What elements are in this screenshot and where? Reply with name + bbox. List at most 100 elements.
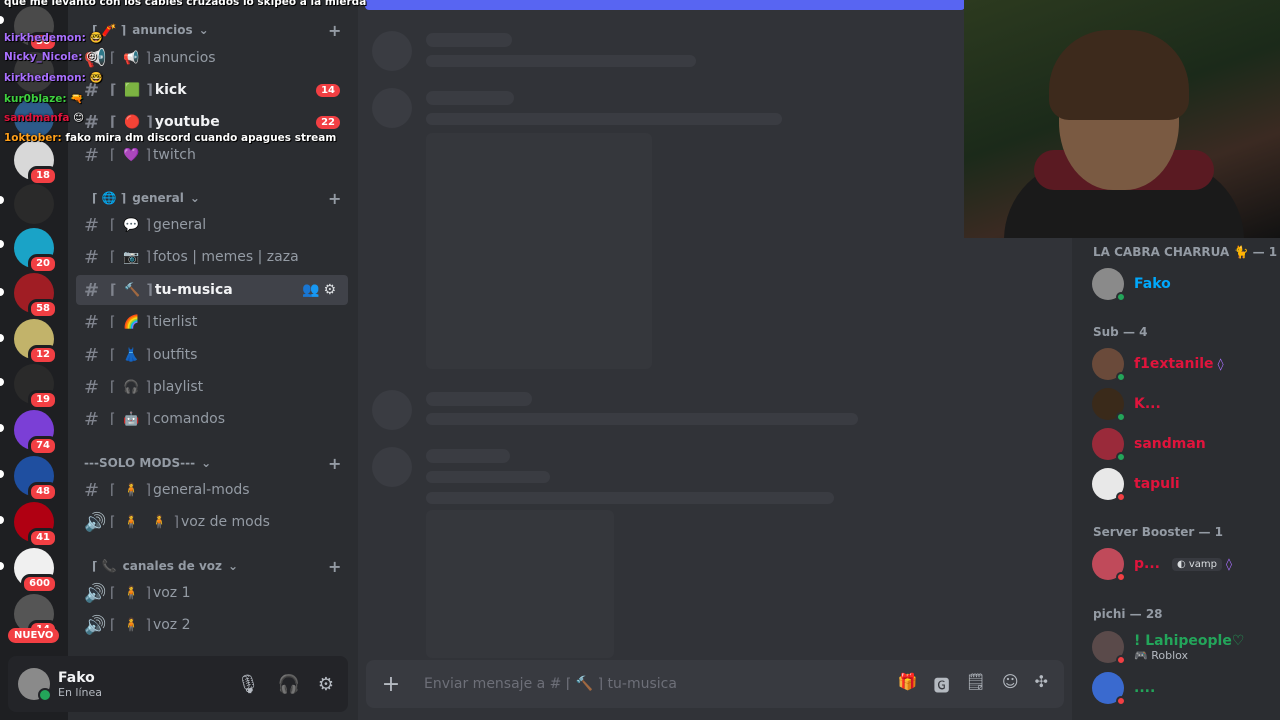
server-icon[interactable]: [14, 52, 54, 92]
channel-fotos[interactable]: # ⌈ 📷 ⌉ fotos | memes | zaza: [76, 242, 348, 272]
member-item[interactable]: ....: [1092, 672, 1156, 706]
person-icon: 🧍: [151, 514, 168, 530]
gear-icon[interactable]: ⚙: [323, 282, 340, 298]
apps-icon[interactable]: ✣: [1035, 672, 1048, 696]
member-name: p...: [1134, 556, 1160, 572]
bracket-icon: ⌈ 🌐 ⌉: [92, 191, 127, 205]
create-invite-icon[interactable]: 👥: [302, 282, 323, 298]
server-icon[interactable]: 19: [14, 364, 58, 410]
member-item[interactable]: tapuli: [1092, 468, 1180, 502]
server-badge: 19: [28, 390, 58, 410]
server-icon[interactable]: 41: [14, 502, 58, 548]
server-icon[interactable]: 48: [14, 456, 58, 502]
headphones-icon[interactable]: 🎧: [277, 674, 299, 695]
bracket-icon: ⌈ 📞: [92, 559, 117, 573]
channel-kick[interactable]: # ⌈ 🟩 ⌉ kick 14: [76, 75, 348, 105]
channel-anuncios[interactable]: 📢 ⌈ 📢 ⌉ anuncios: [76, 43, 348, 73]
speaker-icon: 🔊: [84, 582, 107, 604]
channel-label: voz 1: [152, 585, 191, 601]
game-controller-icon: 🎮: [1134, 648, 1148, 662]
server-badge: 18: [28, 166, 58, 186]
emoji-icon[interactable]: ☺: [1002, 672, 1019, 696]
hash-icon: #: [84, 144, 100, 166]
server-icon[interactable]: 600: [14, 548, 58, 594]
channel-general[interactable]: # ⌈ 💬 ⌉ general: [76, 210, 348, 240]
online-status-icon: [1116, 372, 1126, 382]
channel-comandos[interactable]: # ⌈ 🤖 ⌉ comandos: [76, 404, 348, 434]
category-label: anuncios: [132, 23, 193, 37]
gear-icon[interactable]: ⚙: [318, 674, 334, 695]
avatar: [1092, 268, 1126, 302]
gift-icon[interactable]: 🎁: [898, 672, 918, 696]
avatar[interactable]: [18, 668, 52, 702]
channel-voz-2[interactable]: 🔊 ⌈ 🧍 ⌉ voz 2: [76, 610, 348, 640]
channel-voz-de-mods[interactable]: 🔊 ⌈ 🧍 🧍 ⌉ voz de mods: [76, 507, 348, 537]
member-item[interactable]: f1extanile ◊: [1092, 348, 1224, 382]
sticker-icon[interactable]: 🗒: [966, 672, 986, 696]
skeleton-avatar: [372, 31, 412, 71]
skeleton-line: [426, 55, 696, 67]
member-name: tapuli: [1134, 476, 1180, 492]
nitro-badge-icon: ◊: [1217, 357, 1224, 371]
channel-label: comandos: [152, 411, 226, 427]
hash-icon: #: [84, 408, 100, 430]
channel-general-mods[interactable]: # ⌈ 🧍 ⌉ general-mods: [76, 475, 348, 505]
channel-label: tierlist: [152, 314, 198, 330]
message-input[interactable]: Enviar mensaje a # ⌈ 🔨 ⌉ tu-musica: [424, 676, 677, 692]
category-canales-de-voz[interactable]: ⌈ 📞 canales de voz ⌄: [92, 559, 238, 573]
new-badge[interactable]: NUEVO: [8, 628, 60, 643]
channel-youtube[interactable]: # ⌈ 🔴 ⌉ youtube 22: [76, 107, 348, 137]
member-name: ....: [1134, 680, 1156, 696]
skeleton-line: [426, 492, 834, 504]
notice-banner[interactable]: [365, 0, 965, 10]
channel-twitch[interactable]: # ⌈ 💜 ⌉ twitch: [76, 140, 348, 170]
channel-outfits[interactable]: # ⌈ 👗 ⌉ outfits: [76, 340, 348, 370]
chevron-down-icon: ⌄: [228, 559, 239, 573]
channel-label: general: [152, 217, 207, 233]
member-item[interactable]: ! Lahipeople♡ 🎮 Roblox: [1092, 631, 1244, 665]
server-rail: 36 18 20 58 12 19 74 48 41 600 14 NUEVO: [0, 0, 68, 720]
unread-pill: [0, 288, 4, 296]
create-channel-plus-icon[interactable]: +: [328, 189, 341, 208]
avatar: [1092, 348, 1126, 382]
channel-label: outfits: [152, 347, 198, 363]
chevron-down-icon: ⌄: [189, 191, 200, 205]
server-icon[interactable]: 20: [14, 228, 58, 274]
gif-icon[interactable]: 🅶: [934, 672, 950, 696]
member-item[interactable]: K...: [1092, 388, 1161, 422]
member-group-header: pichi — 28: [1093, 607, 1163, 621]
member-item[interactable]: sandman: [1092, 428, 1206, 462]
attach-plus-icon[interactable]: +: [366, 672, 416, 697]
channel-playlist[interactable]: # ⌈ 🎧 ⌉ playlist: [76, 372, 348, 402]
server-icon[interactable]: 74: [14, 410, 58, 456]
unread-pill: [0, 240, 4, 248]
category-solo-mods[interactable]: ---SOLO MODS--- ⌄: [84, 456, 211, 470]
server-icon[interactable]: 58: [14, 273, 58, 319]
server-icon[interactable]: 36: [14, 6, 58, 52]
unread-pill: [0, 16, 4, 24]
hash-icon: #: [84, 479, 100, 501]
create-channel-plus-icon[interactable]: +: [328, 21, 341, 40]
member-name: K...: [1134, 396, 1161, 412]
robot-icon: 🤖: [123, 411, 140, 427]
category-general[interactable]: ⌈ 🌐 ⌉ general ⌄: [92, 191, 200, 205]
member-item[interactable]: Fako: [1092, 268, 1171, 302]
server-icon[interactable]: [14, 184, 54, 224]
server-icon[interactable]: 18: [14, 140, 58, 186]
channel-tierlist[interactable]: # ⌈ 🌈 ⌉ tierlist: [76, 307, 348, 337]
microphone-icon[interactable]: 🎙: [237, 674, 260, 695]
guild-tag: ◐ vamp: [1171, 557, 1223, 571]
member-item[interactable]: p... ◐ vamp ◊: [1092, 548, 1232, 582]
server-icon[interactable]: [14, 98, 54, 138]
channel-label: voz 2: [152, 617, 191, 633]
skeleton-avatar: [372, 390, 412, 430]
channel-label: general-mods: [152, 482, 250, 498]
create-channel-plus-icon[interactable]: +: [328, 557, 341, 576]
channel-label: youtube: [154, 114, 220, 130]
create-channel-plus-icon[interactable]: +: [328, 454, 341, 473]
channel-voz-1[interactable]: 🔊 ⌈ 🧍 ⌉ voz 1: [76, 578, 348, 608]
category-anuncios[interactable]: ⌈ 🧨 ⌉ anuncios ⌄: [92, 23, 209, 37]
channel-tu-musica[interactable]: # ⌈ 🔨 ⌉ tu-musica 👥⚙: [76, 275, 348, 305]
skeleton-line: [426, 413, 858, 425]
server-icon[interactable]: 12: [14, 319, 58, 365]
